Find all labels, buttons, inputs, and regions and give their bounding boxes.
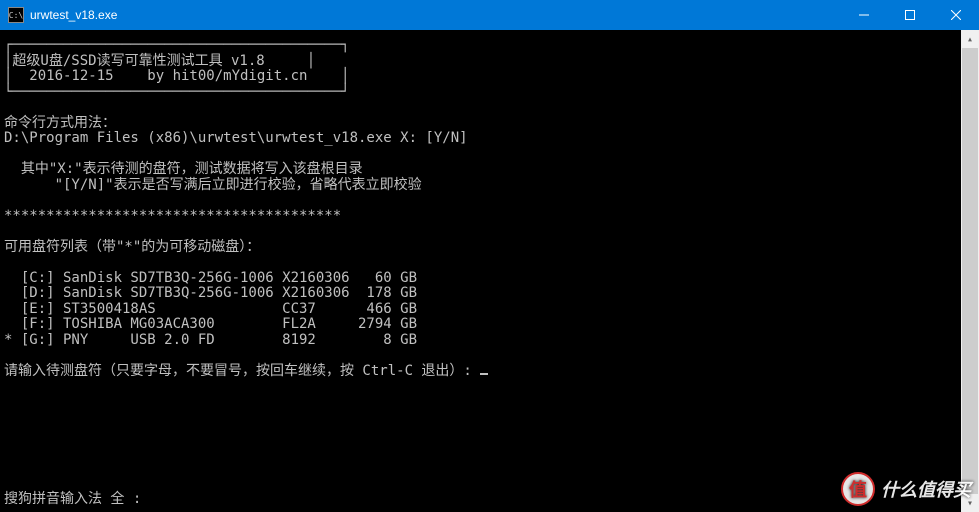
window-title: urwtest_v18.exe xyxy=(30,8,117,22)
close-button[interactable] xyxy=(933,0,979,30)
drives-header: 可用盘符列表（带"*"的为可移动磁盘）： xyxy=(4,239,260,255)
drive-list: [C:] SanDisk SD7TB3Q-256G-1006 X2160306 … xyxy=(4,270,417,348)
divider: **************************************** xyxy=(4,208,341,224)
minimize-button[interactable] xyxy=(841,0,887,30)
usage-note: 其中"X:"表示待测的盘符，测试数据将写入该盘根目录 xyxy=(4,161,363,177)
watermark: 值 什么值得买 xyxy=(841,472,971,506)
ime-status: 搜狗拼音输入法 全 : xyxy=(4,488,141,508)
banner-border: ┌───────────────────────────────────────… xyxy=(4,37,350,53)
watermark-text: 什么值得买 xyxy=(881,476,971,502)
vertical-scrollbar[interactable]: ▴ ▾ xyxy=(961,30,979,512)
usage-note: "[Y/N]"表示是否写满后立即进行校验，省略代表立即校验 xyxy=(4,177,422,193)
usage-header: 命令行方式用法： xyxy=(4,115,116,131)
input-prompt: 请输入待测盘符（只要字母，不要冒号，按回车继续，按 Ctrl-C 退出）: xyxy=(4,363,480,379)
scroll-track[interactable] xyxy=(961,48,979,494)
banner-line2: │ 2016-12-15 by hit00/mYdigit.cn │ xyxy=(4,68,350,84)
usage-path: D:\Program Files (x86)\urwtest\urwtest_v… xyxy=(4,130,468,146)
window-titlebar[interactable]: C:\ urwtest_v18.exe xyxy=(0,0,979,30)
watermark-badge-icon: 值 xyxy=(841,472,875,506)
banner-line1: │超级U盘/SSD读写可靠性测试工具 v1.8 │ xyxy=(4,53,315,69)
console-output[interactable]: ┌───────────────────────────────────────… xyxy=(0,30,960,512)
maximize-button[interactable] xyxy=(887,0,933,30)
scroll-up-button[interactable]: ▴ xyxy=(961,30,979,48)
scroll-thumb[interactable] xyxy=(962,48,978,494)
banner-border: └───────────────────────────────────────… xyxy=(4,84,350,100)
text-cursor xyxy=(480,373,488,375)
app-icon: C:\ xyxy=(8,7,24,23)
